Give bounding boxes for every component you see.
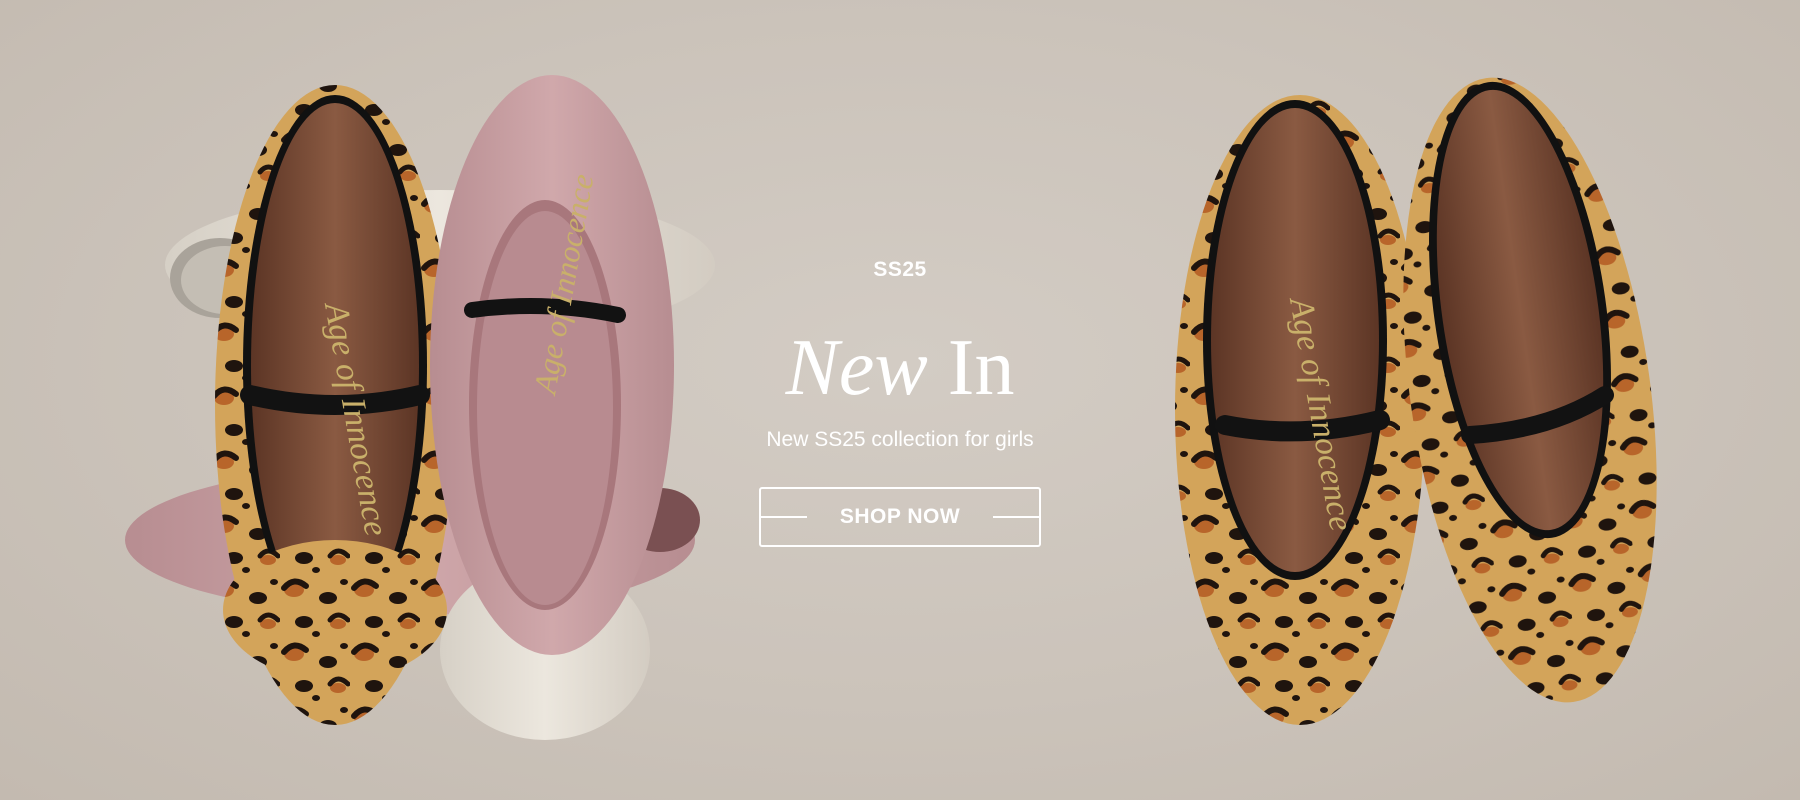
hero-subtitle: New SS25 collection for girls bbox=[766, 428, 1034, 451]
leopard-ballet-flat-left: Age of Innocence bbox=[215, 85, 455, 725]
leopard-ballet-flat-pair-left: Age of Innocence bbox=[1175, 95, 1425, 725]
hero-content: SS25 New In New SS25 collection for girl… bbox=[700, 230, 1100, 547]
shop-now-label: SHOP NOW bbox=[839, 505, 961, 528]
hero-title: New In bbox=[700, 328, 1100, 408]
button-decor-line bbox=[993, 516, 1039, 518]
leopard-ballet-flat-pair-right bbox=[1403, 77, 1657, 703]
pink-ballet-flat: Age of Innocence bbox=[430, 75, 674, 655]
hero-title-regular: In bbox=[947, 324, 1015, 412]
season-label: SS25 bbox=[873, 258, 927, 281]
hero-title-italic: New bbox=[785, 324, 928, 412]
button-decor-line bbox=[761, 516, 807, 518]
hero-banner[interactable]: Age of Innocence Age of Innocence Age of… bbox=[0, 0, 1800, 800]
shop-now-button[interactable]: SHOP NOW bbox=[759, 487, 1041, 547]
